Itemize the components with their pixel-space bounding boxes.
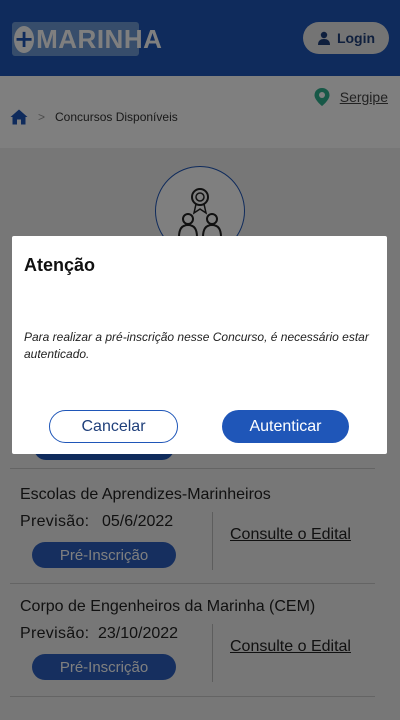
authenticate-button[interactable]: Autenticar bbox=[222, 410, 349, 443]
dialog-message: Para realizar a pré-inscrição nesse Conc… bbox=[24, 330, 369, 361]
attention-dialog: Atenção Para realizar a pré-inscrição ne… bbox=[12, 236, 387, 454]
dialog-title: Atenção bbox=[24, 255, 96, 275]
cancel-button[interactable]: Cancelar bbox=[49, 410, 178, 443]
